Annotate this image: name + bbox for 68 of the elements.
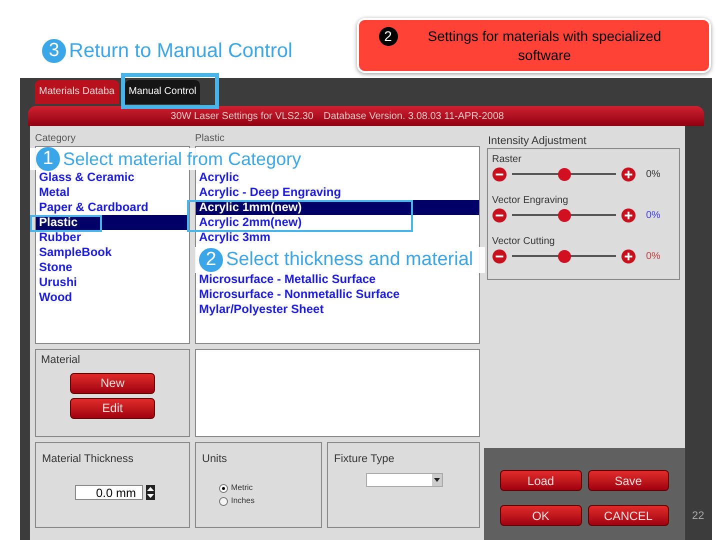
list-item[interactable]: Rubber bbox=[36, 230, 189, 245]
list-item[interactable]: Paper & Cardboard bbox=[36, 200, 189, 215]
annotation-text: Select thickness and material bbox=[226, 248, 474, 272]
caret-icon bbox=[434, 478, 440, 482]
annotation-text: Select material from Category bbox=[63, 148, 302, 171]
list-item[interactable]: Acrylic - Deep Engraving bbox=[196, 185, 479, 200]
highlight-frame bbox=[30, 215, 102, 232]
radio-button[interactable] bbox=[219, 484, 228, 492]
list-item[interactable]: Stone bbox=[36, 260, 189, 275]
list-item[interactable]: Metal bbox=[36, 185, 189, 200]
list-item[interactable]: SampleBook bbox=[36, 245, 189, 260]
list-item[interactable]: Wood bbox=[36, 290, 189, 305]
slider-reading: 0% bbox=[646, 250, 660, 264]
callout-text: Settings for materials with specialized software bbox=[426, 26, 662, 64]
settings-title: 30W Laser Settings for VLS2.30 bbox=[170, 110, 314, 124]
radio-label: Inches bbox=[231, 495, 255, 507]
minus-icon[interactable] bbox=[492, 166, 507, 182]
slider-label: Raster bbox=[492, 153, 522, 165]
slider-thumb[interactable] bbox=[558, 208, 570, 222]
slider-reading: 0% bbox=[646, 168, 660, 182]
slider-label: Vector Cutting bbox=[492, 235, 556, 247]
list-heading: Category bbox=[35, 132, 77, 146]
action-button[interactable]: CANCEL bbox=[588, 505, 669, 526]
plus-icon[interactable] bbox=[621, 166, 636, 182]
list-item[interactable]: Microsurface - Nonmetallic Surface bbox=[196, 287, 479, 302]
action-button[interactable]: Save bbox=[588, 470, 669, 491]
list-heading: Plastic bbox=[195, 132, 226, 146]
number-badge: 1 bbox=[36, 147, 60, 171]
list-item[interactable]: Acrylic bbox=[196, 170, 479, 185]
minus-icon[interactable] bbox=[492, 248, 507, 264]
slider-track[interactable] bbox=[509, 168, 619, 180]
database-version: Database Version. 3.08.03 11-APR-2008 bbox=[324, 110, 504, 124]
thickness-field[interactable]: 0.0 mm bbox=[75, 485, 143, 500]
plus-icon[interactable] bbox=[621, 248, 636, 264]
action-button[interactable]: Edit bbox=[70, 398, 155, 418]
minus-icon[interactable] bbox=[492, 208, 507, 222]
list-item[interactable]: Urushi bbox=[36, 275, 189, 290]
group-title: Material bbox=[40, 353, 80, 368]
list-item[interactable]: Glass & Ceramic bbox=[36, 170, 189, 185]
plus-icon[interactable] bbox=[621, 208, 636, 222]
radio-label: Metric bbox=[231, 482, 253, 494]
list-item[interactable]: Microsurface - Metallic Surface bbox=[196, 272, 479, 287]
group-title: Units bbox=[202, 453, 228, 465]
spinner-icon[interactable] bbox=[146, 485, 155, 500]
number-badge: 2 bbox=[378, 26, 398, 46]
list-item[interactable]: Acrylic 2mm(new) bbox=[196, 215, 479, 230]
action-button[interactable]: New bbox=[70, 372, 155, 394]
list-item[interactable]: Mylar/Polyester Sheet bbox=[196, 302, 479, 317]
group-title: Fixture Type bbox=[334, 453, 394, 465]
radio-button[interactable] bbox=[219, 496, 228, 506]
slide-number: 22 bbox=[692, 509, 704, 524]
number-badge: 2 bbox=[199, 248, 223, 272]
slider-thumb[interactable] bbox=[558, 250, 570, 262]
slider-track[interactable] bbox=[509, 250, 619, 262]
list-item[interactable]: Acrylic 3mm bbox=[196, 230, 479, 245]
slider-track[interactable] bbox=[509, 208, 619, 222]
action-button[interactable]: Load bbox=[500, 470, 582, 491]
slider-label: Vector Engraving bbox=[492, 194, 570, 206]
group-title: Material Thickness bbox=[42, 453, 134, 465]
tab[interactable]: Manual Control bbox=[124, 80, 200, 104]
slider-reading: 0% bbox=[646, 208, 660, 222]
section-title: Intensity Adjustment bbox=[487, 134, 588, 148]
slider-thumb[interactable] bbox=[558, 168, 570, 180]
annotation-text: Return to Manual Control bbox=[69, 39, 292, 64]
action-button[interactable]: OK bbox=[500, 505, 582, 526]
number-badge: 3 bbox=[42, 39, 66, 63]
tab[interactable]: Materials Databa bbox=[35, 80, 119, 104]
list-item[interactable]: Plastic bbox=[36, 215, 189, 230]
